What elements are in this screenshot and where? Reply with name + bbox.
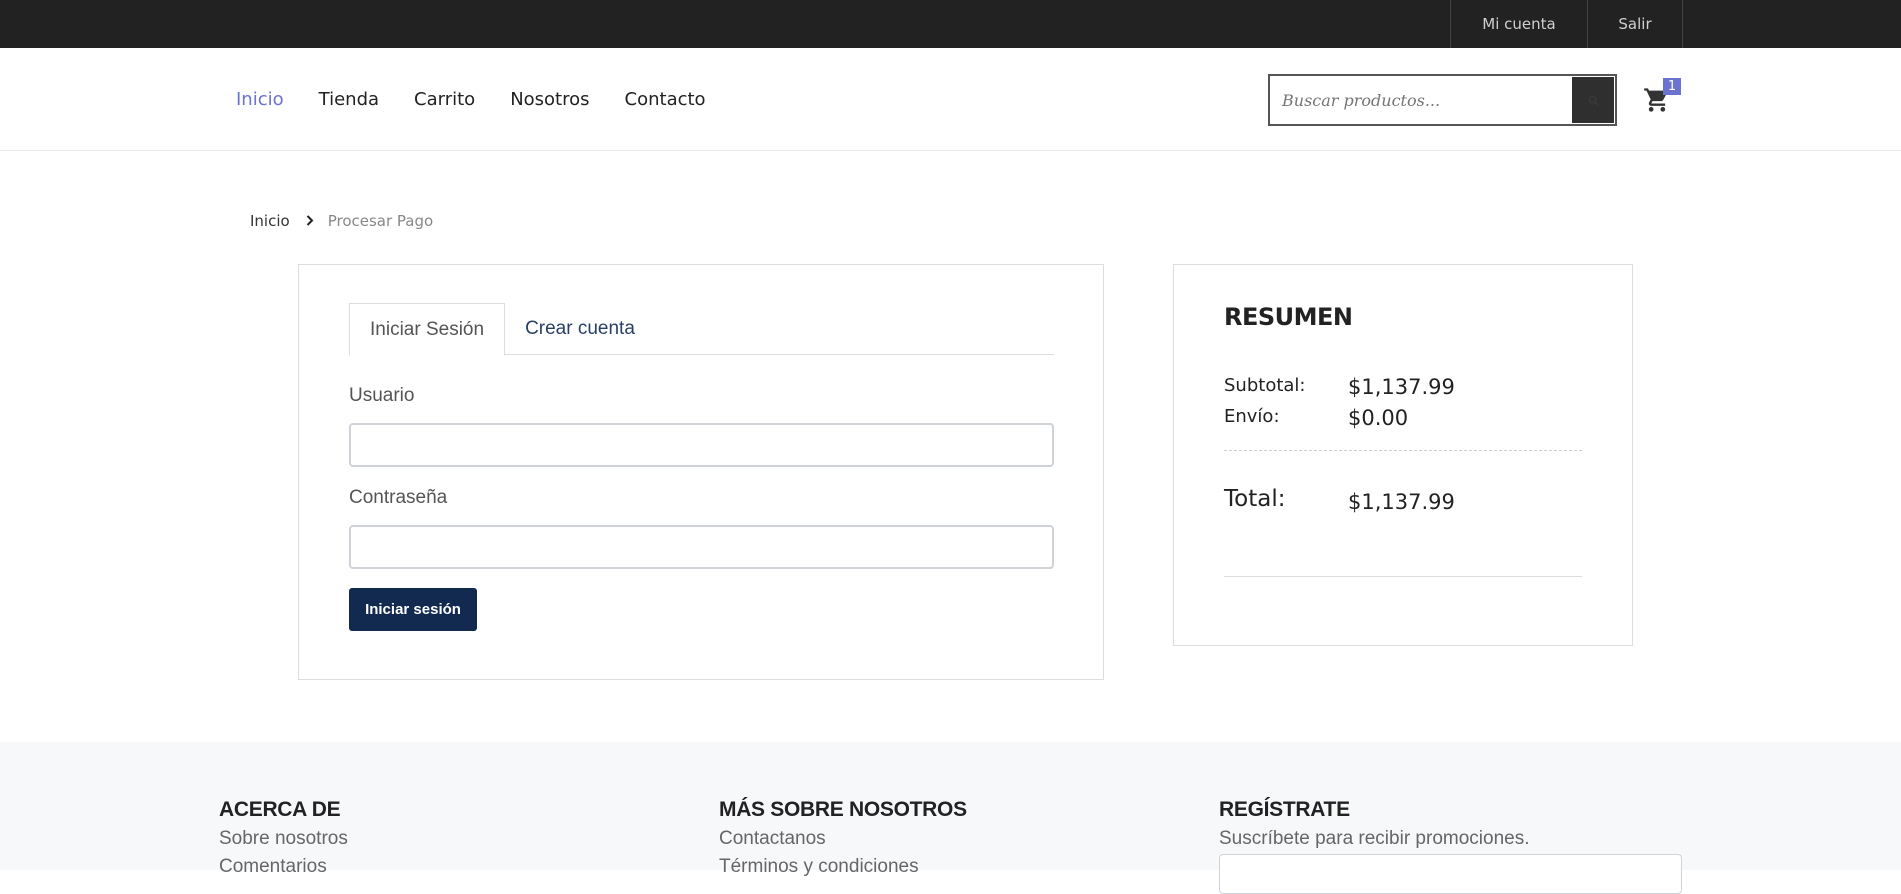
password-field[interactable]	[349, 525, 1054, 569]
summary-title: RESUMEN	[1224, 303, 1353, 331]
shipping-value: $0.00	[1348, 406, 1409, 430]
cart-count-badge: 1	[1663, 78, 1681, 95]
footer-register-text: Suscríbete para recibir promociones.	[1219, 828, 1530, 849]
site-footer: ACERCA DE Sobre nosotros Comentarios MÁS…	[0, 742, 1901, 894]
tab-register[interactable]: Crear cuenta	[505, 303, 655, 355]
footer-link-comments[interactable]: Comentarios	[219, 856, 348, 878]
total-label: Total:	[1224, 486, 1286, 512]
breadcrumb-current: Procesar Pago	[327, 212, 434, 230]
footer-register: REGÍSTRATE Suscríbete para recibir promo…	[1219, 798, 1529, 850]
login-panel: Iniciar Sesión Crear cuenta Usuario Cont…	[298, 264, 1104, 680]
search-button[interactable]	[1572, 77, 1614, 123]
top-bar: Mi cuenta Salir	[0, 0, 1901, 48]
footer-link-contact[interactable]: Contactanos	[719, 828, 967, 850]
chevron-right-icon	[306, 212, 314, 230]
total-value: $1,137.99	[1348, 490, 1455, 514]
nav-item-carrito[interactable]: Carrito	[414, 89, 475, 110]
logout-link[interactable]: Salir	[1587, 0, 1683, 48]
footer-link-about-us[interactable]: Sobre nosotros	[219, 828, 348, 850]
main-nav: Inicio Tienda Carrito Nosotros Contacto	[236, 48, 741, 151]
top-bar-links: Mi cuenta Salir	[1450, 0, 1683, 48]
breadcrumb: Inicio Procesar Pago	[250, 212, 433, 230]
footer-about-title: ACERCA DE	[219, 798, 341, 821]
tab-login[interactable]: Iniciar Sesión	[349, 303, 506, 356]
subtotal-value: $1,137.99	[1348, 375, 1455, 399]
footer-about: ACERCA DE Sobre nosotros Comentarios	[219, 798, 348, 878]
search-input[interactable]	[1270, 76, 1570, 124]
nav-item-tienda[interactable]: Tienda	[319, 89, 379, 110]
nav-item-inicio[interactable]: Inicio	[236, 89, 284, 110]
subtotal-label: Subtotal:	[1224, 375, 1306, 396]
total-row: Total: $1,137.99	[1224, 486, 1634, 514]
order-summary-panel: RESUMEN Subtotal: $1,137.99 Envío: $0.00…	[1173, 264, 1633, 646]
footer-more-title: MÁS SOBRE NOSOTROS	[719, 798, 967, 821]
nav-item-contacto[interactable]: Contacto	[625, 89, 706, 110]
login-button[interactable]: Iniciar sesión	[349, 588, 477, 631]
cart-button[interactable]: 1	[1643, 78, 1681, 116]
subtotal-row: Subtotal: $1,137.99	[1224, 375, 1634, 399]
my-account-link[interactable]: Mi cuenta	[1450, 0, 1587, 48]
footer-link-terms[interactable]: Términos y condiciones	[719, 856, 967, 878]
shipping-label: Envío:	[1224, 406, 1280, 427]
breadcrumb-home[interactable]: Inicio	[250, 212, 290, 230]
footer-more: MÁS SOBRE NOSOTROS Contactanos Términos …	[719, 798, 967, 878]
summary-bottom-divider	[1224, 576, 1582, 577]
shipping-row: Envío: $0.00	[1224, 406, 1634, 430]
password-label: Contraseña	[349, 487, 448, 508]
auth-tabs: Iniciar Sesión Crear cuenta	[349, 303, 1054, 356]
search-icon	[1588, 95, 1599, 106]
footer-register-title: REGÍSTRATE	[1219, 798, 1350, 821]
nav-item-nosotros[interactable]: Nosotros	[510, 89, 589, 110]
username-field[interactable]	[349, 423, 1054, 467]
username-label: Usuario	[349, 385, 415, 406]
summary-divider	[1224, 450, 1582, 451]
search-box	[1268, 74, 1617, 126]
newsletter-email-field[interactable]	[1219, 854, 1682, 894]
